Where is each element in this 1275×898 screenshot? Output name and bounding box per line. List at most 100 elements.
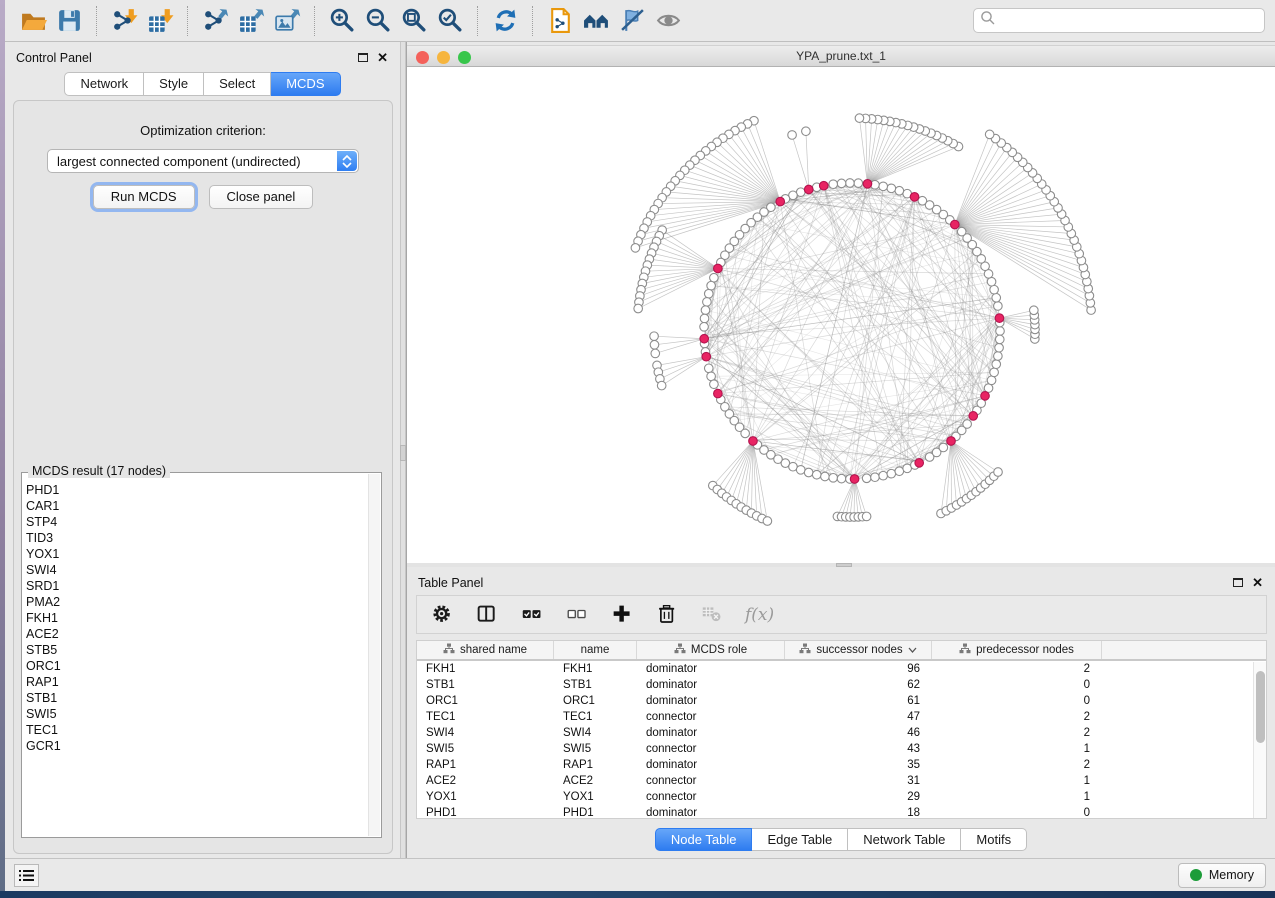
table-settings-icon[interactable] [430,603,454,627]
close-table-panel-icon[interactable]: ✕ [1252,578,1263,588]
cell-shared_name[interactable]: STB1 [417,679,554,691]
network-node[interactable] [990,285,999,294]
network-node[interactable] [651,349,660,358]
select-all-columns-icon[interactable] [520,603,544,627]
float-panel-icon[interactable] [358,53,368,62]
close-panel-button[interactable]: Close panel [209,185,314,209]
mcds-hub-node[interactable] [702,352,711,361]
cell-mcds_role[interactable]: connector [637,743,785,755]
column-header-predecessor-nodes[interactable]: predecessor nodes [932,641,1102,659]
network-node[interactable] [704,289,713,298]
cell-shared_name[interactable]: PHD1 [417,807,554,819]
network-node[interactable] [707,281,716,290]
table-row[interactable]: SWI5SWI5connector431 [417,741,1266,757]
mcds-result-item[interactable]: TEC1 [26,722,365,738]
mcds-result-item[interactable]: PMA2 [26,594,365,610]
tab-network-table[interactable]: Network Table [848,828,961,851]
network-node[interactable] [796,466,805,475]
tab-network[interactable]: Network [64,72,144,96]
cell-mcds_role[interactable]: dominator [637,807,785,819]
float-table-panel-icon[interactable] [1233,578,1243,587]
network-node[interactable] [879,471,888,480]
network-node[interactable] [700,314,709,323]
mcds-result-item[interactable]: GCR1 [26,738,365,754]
cell-successor_nodes[interactable]: 96 [785,663,932,675]
network-node[interactable] [634,304,643,313]
network-node[interactable] [703,298,712,307]
minimize-window-traffic-light[interactable] [437,51,450,64]
network-node[interactable] [701,306,710,315]
search-box[interactable] [973,8,1265,33]
network-node[interactable] [837,474,846,483]
hide-selected-icon[interactable] [614,4,650,38]
network-node[interactable] [939,443,948,452]
mcds-hub-node[interactable] [951,220,960,229]
network-node[interactable] [987,376,996,385]
mcds-hub-node[interactable] [947,437,956,446]
network-node[interactable] [631,244,640,253]
search-input[interactable] [996,13,1258,29]
cell-name[interactable]: SWI5 [554,743,637,755]
network-node[interactable] [710,380,719,389]
cell-shared_name[interactable]: TEC1 [417,711,554,723]
mcds-result-item[interactable]: STB1 [26,690,365,706]
mcds-result-item[interactable]: STB5 [26,642,365,658]
task-history-button[interactable] [14,864,39,887]
cell-name[interactable]: YOX1 [554,791,637,803]
export-network-icon[interactable] [197,4,233,38]
network-node[interactable] [963,420,972,429]
cell-name[interactable]: FKH1 [554,663,637,675]
zoom-out-icon[interactable] [360,4,396,38]
network-node[interactable] [704,364,713,373]
tab-mcds[interactable]: MCDS [271,72,340,96]
cell-name[interactable]: PHD1 [554,807,637,819]
cell-successor_nodes[interactable]: 47 [785,711,932,723]
network-node[interactable] [994,302,1003,311]
table-row[interactable]: RAP1RAP1dominator352 [417,757,1266,773]
network-node[interactable] [879,182,888,191]
cell-predecessor_nodes[interactable]: 0 [932,695,1102,707]
cell-shared_name[interactable]: RAP1 [417,759,554,771]
network-node[interactable] [992,360,1001,369]
network-node[interactable] [990,368,999,377]
network-node[interactable] [994,468,1003,477]
column-header-name[interactable]: name [554,641,637,659]
network-node[interactable] [985,130,994,139]
mcds-result-item[interactable]: SRD1 [26,578,365,594]
export-table-icon[interactable] [233,4,269,38]
network-node[interactable] [996,327,1005,336]
vertical-splitter[interactable] [400,42,406,858]
table-row[interactable]: YOX1YOX1connector291 [417,789,1266,805]
first-neighbors-icon[interactable] [578,4,614,38]
table-row[interactable]: ACE2ACE2connector311 [417,773,1266,789]
zoom-selected-icon[interactable] [432,4,468,38]
table-row[interactable]: TEC1TEC1connector472 [417,709,1266,725]
mcds-list-scrollbar[interactable] [368,474,380,836]
network-node[interactable] [657,381,666,390]
mcds-hub-node[interactable] [915,459,924,468]
network-node[interactable] [812,470,821,479]
close-panel-icon[interactable]: ✕ [377,53,388,63]
mcds-result-item[interactable]: PHD1 [26,482,365,498]
cell-successor_nodes[interactable]: 46 [785,727,932,739]
cell-shared_name[interactable]: YOX1 [417,791,554,803]
network-node[interactable] [994,352,1003,361]
cell-shared_name[interactable]: SWI4 [417,727,554,739]
run-mcds-button[interactable]: Run MCDS [93,185,195,209]
table-row[interactable]: SWI4SWI4dominator462 [417,725,1266,741]
cell-successor_nodes[interactable]: 35 [785,759,932,771]
mcds-hub-node[interactable] [700,334,709,343]
cell-successor_nodes[interactable]: 31 [785,775,932,787]
mcds-result-item[interactable]: TID3 [26,530,365,546]
zoom-in-icon[interactable] [324,4,360,38]
network-node[interactable] [650,341,659,350]
network-node[interactable] [871,473,880,482]
mcds-result-item[interactable]: FKH1 [26,610,365,626]
cell-mcds_role[interactable]: connector [637,791,785,803]
mcds-result-item[interactable]: ORC1 [26,658,365,674]
import-network-icon[interactable] [106,4,142,38]
table-row[interactable]: PHD1PHD1dominator180 [417,805,1266,819]
zoom-fit-icon[interactable] [396,4,432,38]
cell-predecessor_nodes[interactable]: 0 [932,807,1102,819]
cell-predecessor_nodes[interactable]: 2 [932,727,1102,739]
